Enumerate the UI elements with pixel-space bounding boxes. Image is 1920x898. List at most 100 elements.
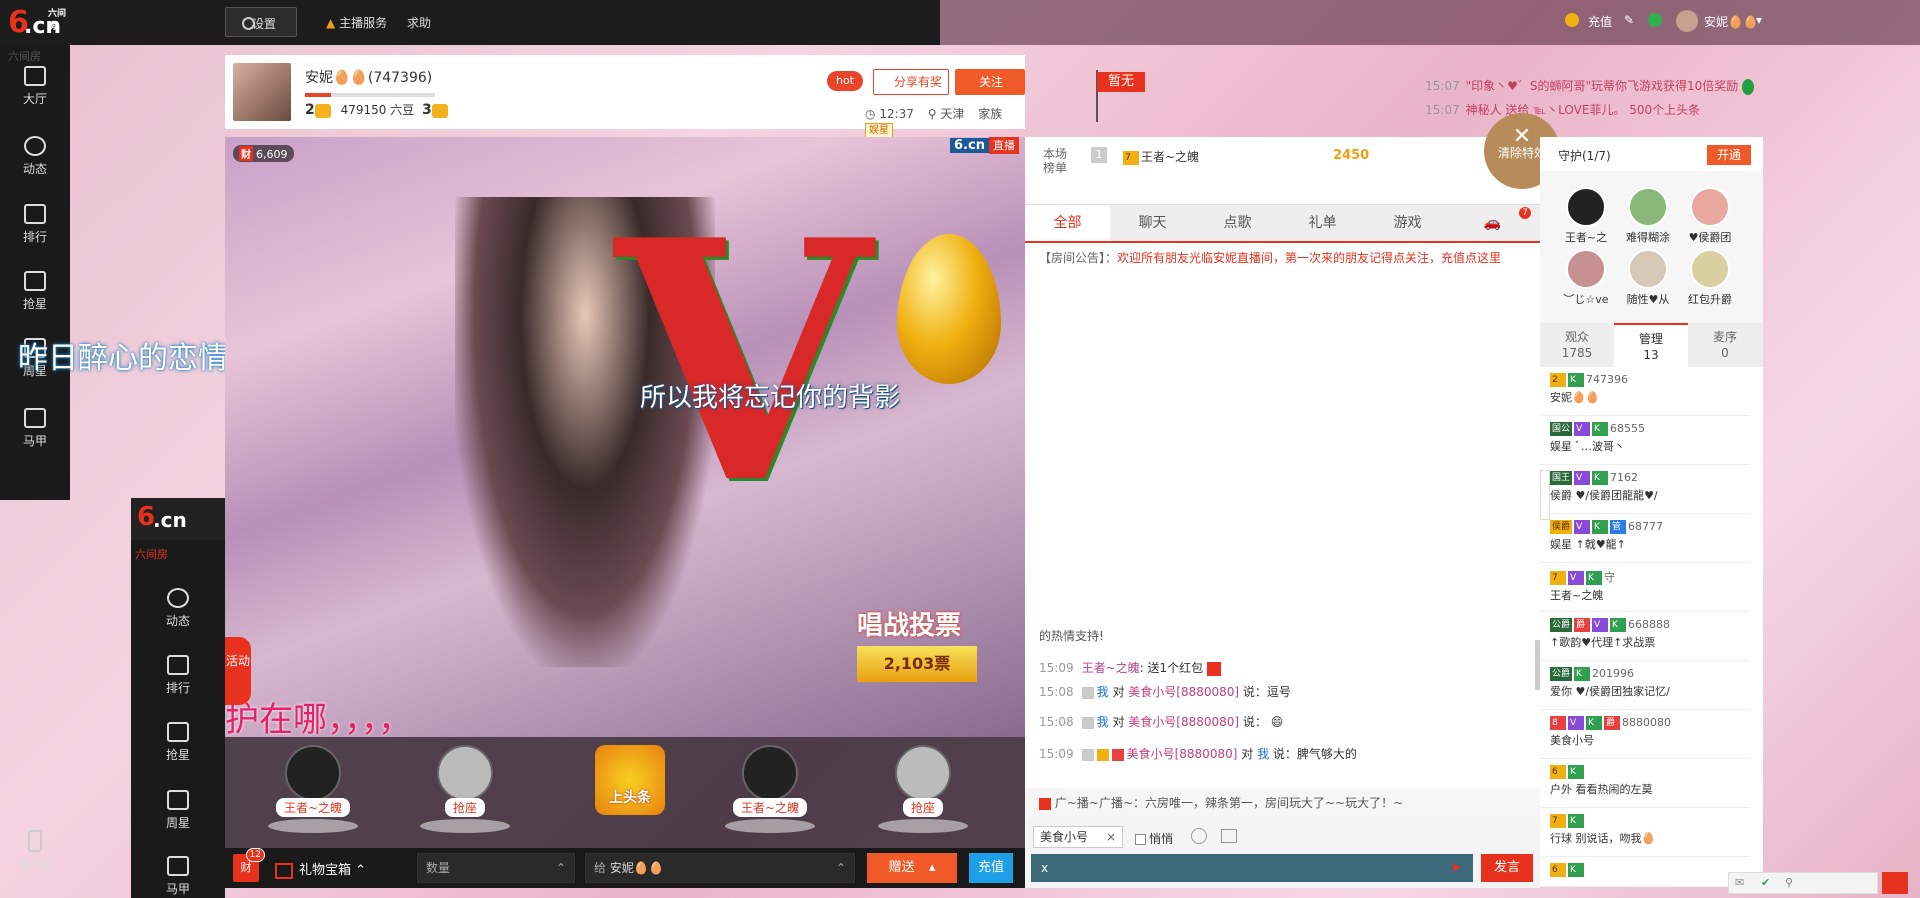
crown-icon — [167, 655, 189, 675]
sidebar2-item-rank[interactable]: 排行 — [143, 655, 213, 696]
tab-car[interactable]: 🚗 7 — [1450, 205, 1535, 241]
edit-icon[interactable]: ✎ — [1624, 13, 1634, 27]
host-avatar[interactable] — [233, 63, 291, 121]
video-stream[interactable]: V 财 6,609 6.cn 直播 所以我将忘记你的背影 护在哪，，，， 唱战投票 … — [225, 137, 1025, 737]
whisper-checkbox[interactable]: 悄悄 — [1135, 830, 1173, 847]
message-input[interactable]: x — [1031, 854, 1473, 882]
top-recharge-link[interactable]: 充值 — [1588, 13, 1612, 30]
seat-2[interactable]: 抢座 — [415, 745, 515, 833]
recipient-field[interactable]: 美食小号 × — [1033, 826, 1123, 848]
guard-avatar[interactable]: 随性♥从 — [1620, 249, 1676, 307]
sidebar2-item-dynamic[interactable]: 动态 — [143, 588, 213, 629]
top-username[interactable]: 安妮🥚🥚 — [1704, 13, 1758, 30]
rank-user: 7 王者~之魄 — [1123, 150, 1200, 165]
seat-bar: 王者~之魄 抢座 上头条 王者~之魄 抢座 — [225, 737, 1025, 848]
sidebar-item-grab-star[interactable]: 抢星 — [0, 271, 70, 312]
flag-banner[interactable]: 暂无 — [1097, 72, 1145, 92]
host-service-link[interactable]: ▲ 主播服务 — [326, 14, 387, 31]
image-icon[interactable] — [1221, 829, 1237, 843]
room-notice[interactable]: 【房间公告】：欢迎所有朋友光临安妮直播间，第一次来的朋友记得点关注，充值点这里 — [1039, 249, 1529, 267]
list-item[interactable]: 国王 V K 7162 侯爵 ♥∕侯爵团龍龍♥∕ — [1540, 465, 1750, 514]
coin-badge: 财 6,609 — [233, 145, 294, 162]
wealth-box-button[interactable]: 财 12 — [233, 848, 265, 882]
sidebar2-item-week-star[interactable]: 周星 — [143, 790, 213, 831]
scrolling-message: 护在哪，，，， — [225, 700, 412, 737]
tab-all[interactable]: 全部 — [1025, 205, 1110, 241]
news-item[interactable]: 15:07 神秘人 送给 ℡丶LOVE菲儿。 500个上头条 — [1425, 98, 1765, 122]
trophy-icon — [167, 790, 189, 810]
sidebar-item-vest[interactable]: 马甲 — [0, 408, 70, 449]
sidebar2-item-vest[interactable]: 马甲 — [143, 856, 213, 897]
emoji-icon[interactable] — [1191, 828, 1207, 844]
sidebar-item-rank[interactable]: 排行 — [0, 204, 70, 245]
news-item[interactable]: 15:07 "印象丶♥゛S的蛳阿哥"玩蒂你飞游戏获得10倍奖励 — [1425, 74, 1765, 98]
site-logo[interactable]: 6 .cn 六间房 — [8, 6, 72, 40]
sidebar-item-hall[interactable]: 大厅 — [0, 66, 70, 107]
list-item[interactable]: 侯爵 V K 管 68777 娱星 ↑戟♥龍↑ — [1540, 514, 1750, 563]
close-icon: × — [1105, 830, 1116, 844]
guard-panel: 守护(1/7) 开通 王者~之 难得糊涂 ♥侯爵团 ︶じ☆ve 随性♥从 红包升… — [1540, 137, 1763, 887]
tab-audience[interactable]: 观众 1785 — [1540, 323, 1614, 367]
count-badge: 12 — [245, 848, 265, 862]
guard-avatar[interactable]: 红包升爵 — [1682, 249, 1738, 307]
location-icon: ⚲ — [927, 107, 937, 121]
sidebar-item-dynamic[interactable]: 动态 — [0, 136, 70, 177]
tab-admins[interactable]: 管理 13 — [1614, 323, 1688, 367]
vote-widget[interactable]: 唱战投票 2,103票 — [857, 605, 1007, 685]
list-item[interactable]: 国公 V K 68555 娱星 ﾞ…波哥丶 — [1540, 416, 1750, 465]
list-item[interactable]: 6 K 户外 看看热闹的左莫 — [1540, 759, 1750, 808]
list-item[interactable]: 7 V K 守王者~之魄 — [1540, 563, 1750, 612]
guard-avatar[interactable]: 王者~之 — [1558, 187, 1614, 245]
tab-mic-queue[interactable]: 麦序 0 — [1688, 323, 1762, 367]
recharge-button[interactable]: 充值 — [969, 853, 1013, 883]
gift-chest-button[interactable]: 礼物宝箱 ⌃ — [275, 859, 366, 879]
list-item[interactable]: 公爵爵 V K 668888 ↑歌韵♥代理↑求战票 — [1540, 612, 1750, 661]
help-link[interactable]: 求助 — [407, 14, 431, 31]
host-name[interactable]: 安妮🥚🥚(747396) — [305, 67, 432, 87]
vote-count: 2,103票 — [857, 646, 977, 682]
recipient-select[interactable]: 给 安妮🥚🥚 ⌃ — [585, 853, 855, 883]
mobile-version-link[interactable]: 移动版 — [10, 830, 60, 872]
gift-bar: 财 12 礼物宝箱 ⌃ 数量 ⌃ 给 安妮🥚🥚 ⌃ 赠送 ▴ 充值 — [225, 848, 1025, 888]
quantity-input[interactable]: 数量 ⌃ — [417, 853, 575, 883]
rank-board[interactable]: 本场榜单 1 7 王者~之魄 2450 — [1025, 137, 1540, 205]
chat-input-area: 美食小号 × 悄悄 x ➤ 发言 — [1025, 818, 1540, 888]
user-avatar[interactable] — [1676, 10, 1698, 35]
activity-tab[interactable]: 活动 — [225, 637, 251, 705]
list-item[interactable]: 7 K 行球 别说话，吻我🥚 — [1540, 808, 1750, 857]
list-item[interactable]: 6K — [1540, 857, 1750, 887]
list-item[interactable]: 8 V K 爵 8880080 美食小号 — [1540, 710, 1750, 759]
list-item[interactable]: 公爵 K 201996 爱你 ♥∕侯爵团独家记忆∕ — [1540, 661, 1750, 710]
follow-button[interactable]: 关注 — [955, 69, 1025, 95]
mail-icon: ✉ — [1735, 876, 1745, 889]
sidebar2-item-grab-star[interactable]: 抢星 — [143, 722, 213, 763]
news-ticker: 15:07 "印象丶♥゛S的蛳阿哥"玩蒂你飞游戏获得10倍奖励 15:07 神秘人 … — [1425, 74, 1765, 122]
headline-button[interactable]: 上头条 — [595, 745, 665, 815]
tab-gifts[interactable]: 礼单 — [1280, 205, 1365, 241]
guard-avatar[interactable]: 难得糊涂 — [1620, 187, 1676, 245]
guard-avatar[interactable]: ︶じ☆ve — [1558, 249, 1614, 307]
chat-message: 15:09 美食小号[8880080] 对 我 说：脾气够大的 — [1039, 747, 1357, 761]
open-guard-button[interactable]: 开通 — [1707, 145, 1751, 165]
seat-1[interactable]: 王者~之魄 — [263, 745, 363, 833]
send-arrow-icon[interactable]: ➤ — [1450, 860, 1466, 876]
seat-4[interactable]: 抢座 — [873, 745, 973, 833]
golden-egg-effect — [897, 234, 1001, 384]
rank-position: 1 — [1091, 147, 1107, 163]
tab-chat[interactable]: 聊天 — [1110, 205, 1195, 241]
panel-collapse-handle[interactable] — [1540, 470, 1550, 520]
post-button[interactable]: 发言 — [1481, 854, 1533, 882]
seat-3[interactable]: 王者~之魄 — [720, 745, 820, 833]
message-icon[interactable] — [1882, 872, 1908, 894]
list-item[interactable]: 2 K 747396 安妮🥚🥚 — [1540, 367, 1750, 416]
secondary-logo[interactable]: 6 .cn 六间房 — [131, 498, 225, 561]
send-gift-button[interactable]: 赠送 ▴ — [867, 853, 957, 883]
settings-button[interactable]: 设置 — [225, 7, 297, 37]
tab-song[interactable]: 点歌 — [1195, 205, 1280, 241]
guard-avatar[interactable]: ♥侯爵团 — [1682, 187, 1738, 245]
coin-icon — [1565, 13, 1579, 30]
tab-games[interactable]: 游戏 — [1365, 205, 1450, 241]
host-meta: ◷ 12:37 ⚲ 天津 家族 娱星 — [865, 105, 1025, 139]
chevron-down-icon[interactable]: ▾ — [1756, 13, 1762, 27]
share-button[interactable]: 分享有奖 — [873, 69, 949, 95]
